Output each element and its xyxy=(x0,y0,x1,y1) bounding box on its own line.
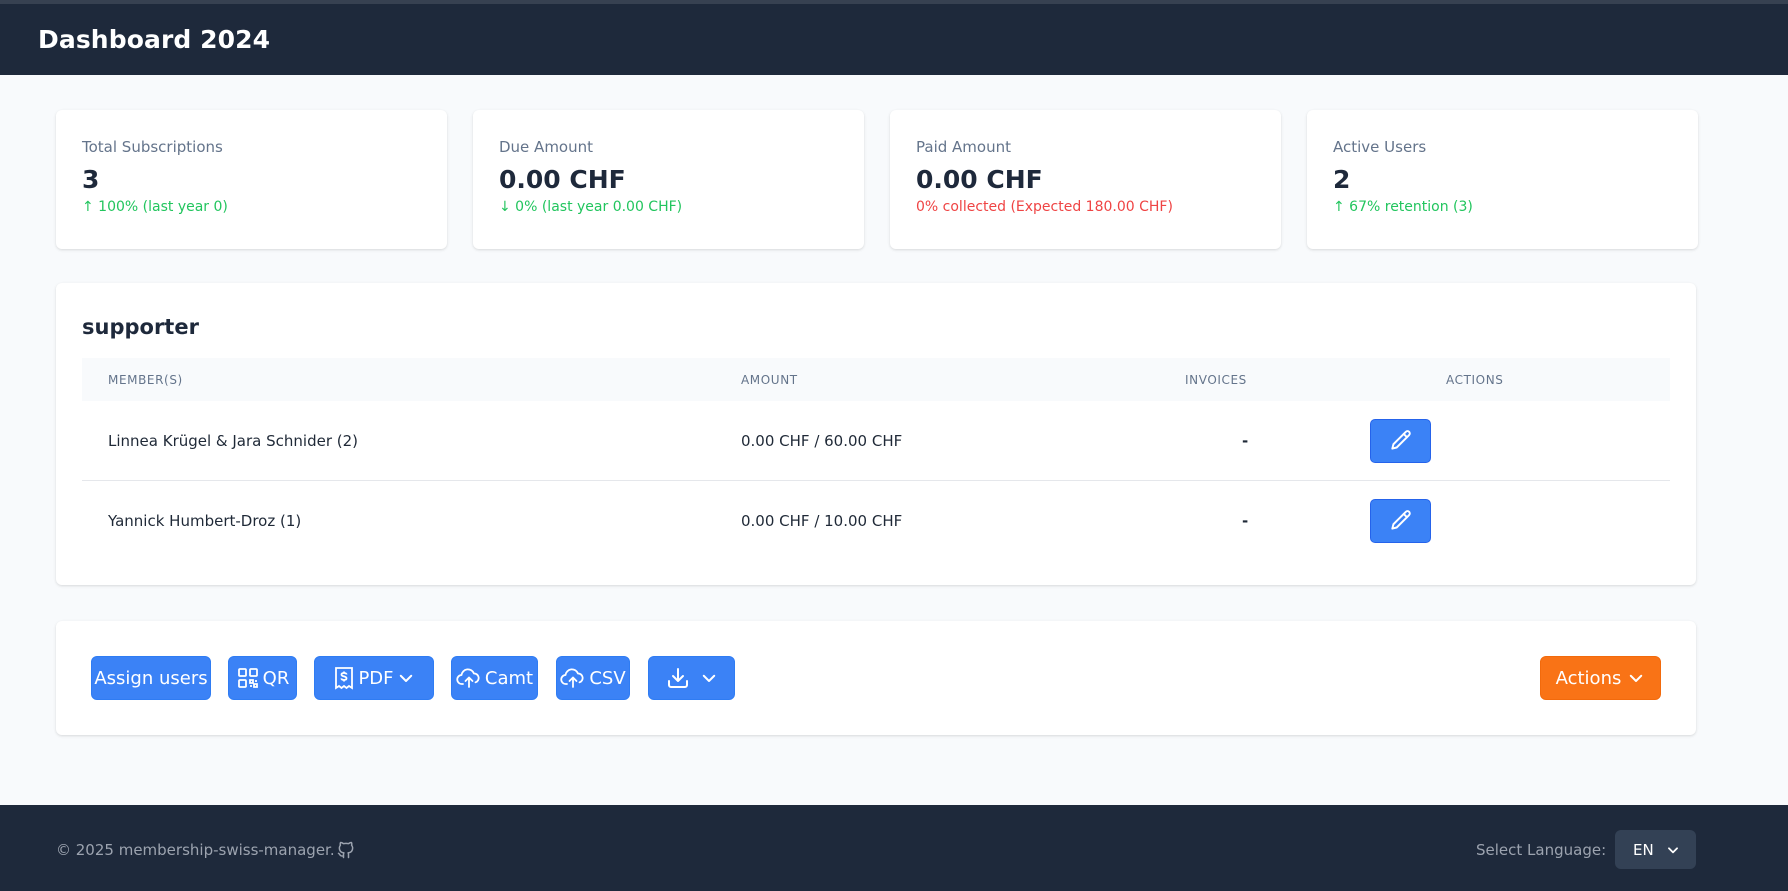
pdf-dropdown-button[interactable]: PDF xyxy=(314,656,434,700)
stat-card-paid-amount: Paid Amount 0.00 CHF 0% collected (Expec… xyxy=(890,110,1281,249)
panel-title: supporter xyxy=(82,315,199,339)
invoices-cell: - xyxy=(1242,512,1249,530)
csv-label: CSV xyxy=(589,667,626,689)
language-select[interactable]: EN xyxy=(1615,830,1696,869)
stats-cards: Total Subscriptions 3 ↑ 100% (last year … xyxy=(56,110,1698,249)
download-icon xyxy=(667,668,688,688)
edit-button[interactable] xyxy=(1370,499,1431,543)
camt-upload-button[interactable]: Camt xyxy=(451,656,538,700)
stat-value: 0.00 CHF xyxy=(916,165,1043,194)
copyright-text: © 2025 membership-swiss-manager. xyxy=(56,841,335,859)
language-value: EN xyxy=(1633,840,1654,859)
stat-value: 3 xyxy=(82,165,100,194)
download-dropdown-button[interactable] xyxy=(648,656,735,700)
language-label: Select Language: xyxy=(1476,841,1607,859)
column-header-actions: ACTIONS xyxy=(1446,373,1504,387)
stat-trend: ↑ 100% (last year 0) xyxy=(82,199,228,215)
csv-upload-button[interactable]: CSV xyxy=(556,656,630,700)
amount-cell: 0.00 CHF / 10.00 CHF xyxy=(741,512,903,530)
pencil-icon xyxy=(1390,510,1411,530)
column-header-amount: AMOUNT xyxy=(741,373,798,387)
column-header-invoices: INVOICES xyxy=(1185,373,1247,387)
stat-trend: ↑ 67% retention (3) xyxy=(1333,199,1473,215)
chevron-down-icon xyxy=(1667,846,1678,853)
table-row: Linnea Krügel & Jara Schnider (2) 0.00 C… xyxy=(82,401,1670,481)
member-names: Yannick Humbert-Droz (1) xyxy=(108,512,302,530)
invoice-icon xyxy=(335,667,354,690)
stat-label: Active Users xyxy=(1333,138,1427,156)
stat-card-active-users: Active Users 2 ↑ 67% retention (3) xyxy=(1307,110,1698,249)
assign-users-button[interactable]: Assign users xyxy=(91,656,211,700)
actions-toolbar: Assign users QR PDF Camt CSV Actions xyxy=(56,621,1696,735)
stat-label: Paid Amount xyxy=(916,138,1011,156)
stat-value: 2 xyxy=(1333,165,1351,194)
stat-trend: ↓ 0% (last year 0.00 CHF) xyxy=(499,199,683,215)
amount-cell: 0.00 CHF / 60.00 CHF xyxy=(741,432,903,450)
qr-label: QR xyxy=(262,667,290,689)
stat-value: 0.00 CHF xyxy=(499,165,626,194)
main-content: Total Subscriptions 3 ↑ 100% (last year … xyxy=(0,75,1788,805)
actions-label: Actions xyxy=(1555,667,1622,689)
actions-dropdown-button[interactable]: Actions xyxy=(1540,656,1661,700)
chevron-down-icon xyxy=(1630,674,1643,682)
stat-card-total-subscriptions: Total Subscriptions 3 ↑ 100% (last year … xyxy=(56,110,447,249)
cloud-upload-icon xyxy=(560,668,584,688)
chevron-down-icon xyxy=(702,674,715,682)
pencil-icon xyxy=(1390,430,1411,450)
subscription-panel: supporter MEMBER(S) AMOUNT INVOICES ACTI… xyxy=(56,283,1696,585)
github-icon xyxy=(337,841,354,859)
app-header: Dashboard 2024 xyxy=(0,4,1788,75)
invoices-cell: - xyxy=(1242,432,1249,450)
member-names: Linnea Krügel & Jara Schnider (2) xyxy=(108,432,359,450)
qr-button[interactable]: QR xyxy=(228,656,297,700)
page-title: Dashboard 2024 xyxy=(38,25,271,54)
edit-button[interactable] xyxy=(1370,419,1431,463)
qr-code-icon xyxy=(237,668,258,688)
pdf-label: PDF xyxy=(358,667,394,689)
stat-label: Due Amount xyxy=(499,138,593,156)
chevron-down-icon xyxy=(399,674,412,682)
stat-trend: 0% collected (Expected 180.00 CHF) xyxy=(916,199,1173,215)
column-header-members: MEMBER(S) xyxy=(108,373,183,387)
github-link[interactable] xyxy=(336,840,356,864)
table-header: MEMBER(S) AMOUNT INVOICES ACTIONS xyxy=(82,358,1670,401)
app-footer: © 2025 membership-swiss-manager. Select … xyxy=(0,805,1788,891)
assign-users-label: Assign users xyxy=(94,667,208,689)
stat-label: Total Subscriptions xyxy=(82,138,223,156)
cloud-upload-icon xyxy=(456,668,480,688)
stat-card-due-amount: Due Amount 0.00 CHF ↓ 0% (last year 0.00… xyxy=(473,110,864,249)
camt-label: Camt xyxy=(484,667,534,689)
table-row: Yannick Humbert-Droz (1) 0.00 CHF / 10.0… xyxy=(82,481,1670,561)
